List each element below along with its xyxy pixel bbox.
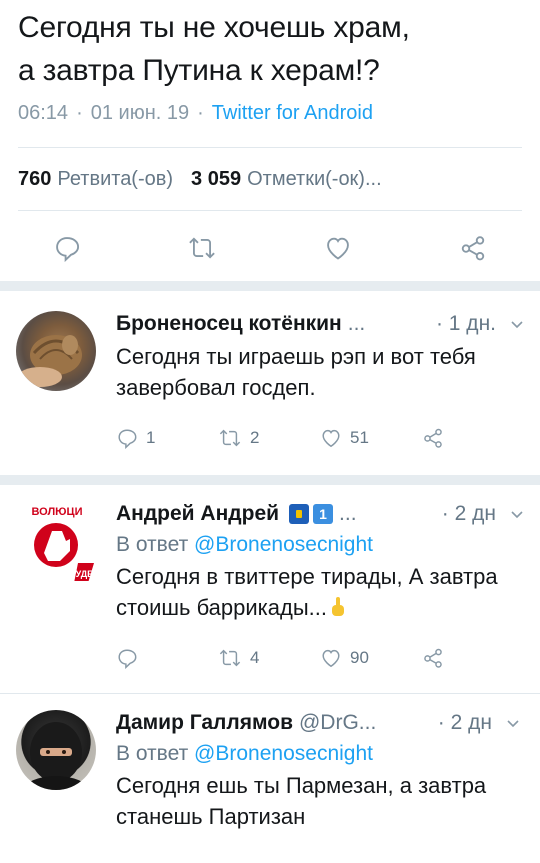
in-reply-prefix: В ответ	[116, 742, 189, 765]
reply-header: Дамир Галлямов @DrG... · 2 дн	[116, 710, 520, 736]
main-tweet-line-2: а завтра Путина к херам!?	[18, 54, 380, 87]
heart-icon	[322, 429, 340, 448]
share-icon	[461, 236, 485, 261]
reply-tweet[interactable]: ВОЛЮЦИ БУДЕТ Андрей Андрей 1 ... · 2 дн …	[0, 485, 540, 671]
reply-button[interactable]	[116, 647, 218, 669]
reply-text: Сегодня в твиттере тирады, А завтра стои…	[116, 561, 524, 623]
reply-text-content: Сегодня в твиттере тирады, А завтра стои…	[116, 564, 498, 620]
retweet-icon	[189, 237, 216, 259]
reply-body: Дамир Галлямов @DrG... · 2 дн В ответ @B…	[116, 710, 520, 832]
tweet-source-link[interactable]: Twitter for Android	[212, 102, 373, 125]
reply-button[interactable]	[52, 233, 82, 263]
reply-count: 1	[146, 428, 156, 447]
reply-actions: 4 90	[116, 645, 524, 671]
reply-time: · 2 дн	[441, 502, 496, 525]
avatar-text-top: ВОЛЮЦИ	[32, 506, 83, 518]
likes-count[interactable]: 3 059	[191, 168, 241, 191]
author-name[interactable]: Дамир Галлямов	[116, 711, 293, 735]
in-reply-prefix: В ответ	[116, 533, 189, 556]
share-button[interactable]	[422, 647, 524, 669]
like-count: 51	[350, 428, 369, 447]
share-icon	[424, 648, 442, 668]
reply-text: Сегодня ты играешь рэп и вот тебя заверб…	[116, 344, 476, 400]
in-reply-to: В ответ @Bronenosecnight	[116, 533, 524, 557]
section-divider	[0, 475, 540, 485]
retweet-button[interactable]: 4	[218, 647, 320, 669]
meta-dot: ·	[76, 102, 83, 124]
section-divider	[0, 281, 540, 291]
retweet-count: 2	[250, 428, 260, 447]
author-name[interactable]: Броненосец котёнкин	[116, 312, 342, 336]
main-tweet: Сегодня ты не хочешь храм, а завтра Пути…	[0, 0, 540, 125]
retweet-icon	[219, 649, 241, 667]
tweet-time: 06:14	[18, 102, 69, 124]
likes-label[interactable]: Отметки(-ок)...	[247, 168, 382, 191]
main-tweet-text: Сегодня ты не хочешь храм, а завтра Пути…	[18, 6, 514, 92]
avatar[interactable]	[16, 311, 96, 391]
chevron-down-icon[interactable]	[506, 711, 520, 735]
revolution-logo: ВОЛЮЦИ БУДЕТ	[32, 506, 98, 581]
like-button[interactable]: 51	[320, 427, 422, 449]
in-reply-to: В ответ @Bronenosecnight	[116, 742, 520, 766]
retweet-count: 4	[250, 648, 260, 667]
reply-icon	[56, 237, 80, 262]
reply-header: Броненосец котёнкин ... · 1 дн.	[116, 311, 524, 337]
chevron-down-icon[interactable]	[510, 502, 524, 526]
avatar[interactable]: ВОЛЮЦИ БУДЕТ	[16, 501, 98, 581]
share-button[interactable]	[458, 233, 488, 263]
reply-text: Сегодня ешь ты Пармезан, а завтра станеш…	[116, 773, 487, 829]
reply-tweet[interactable]: Броненосец котёнкин ... · 1 дн. Сегодня …	[0, 291, 540, 451]
pointing-hand-emoji-icon	[332, 597, 344, 616]
reply-icon	[118, 429, 137, 449]
avatar-text-bottom: БУДЕТ	[69, 569, 98, 579]
number-one-emoji-icon: 1	[313, 504, 334, 524]
avatar[interactable]	[16, 710, 96, 790]
reply-icon	[118, 649, 137, 669]
heart-icon	[322, 649, 340, 668]
mention-link[interactable]: @Bronenosecnight	[194, 742, 373, 765]
reply-button[interactable]: 1	[116, 427, 218, 449]
reply-time: · 1 дн.	[435, 312, 496, 335]
like-button[interactable]	[323, 233, 353, 263]
chevron-down-icon[interactable]	[510, 312, 524, 336]
masked-person-image	[24, 722, 88, 790]
reply-time: · 2 дн	[437, 711, 492, 734]
author-handle[interactable]: ...	[339, 502, 357, 526]
author-handle[interactable]: ...	[348, 312, 366, 336]
retweet-icon	[219, 429, 241, 447]
tweet-stats: 760 Ретвита(-ов) 3 059 Отметки(-ок)...	[0, 148, 540, 210]
share-icon	[424, 428, 442, 448]
reply-actions: 1 2 51	[116, 425, 524, 451]
main-tweet-actions	[0, 211, 540, 281]
retweets-count[interactable]: 760	[18, 168, 51, 191]
main-tweet-line-1: Сегодня ты не хочешь храм,	[18, 11, 410, 44]
flag-emoji-icon	[289, 504, 310, 524]
author-name[interactable]: Андрей Андрей	[116, 502, 279, 526]
mention-link[interactable]: @Bronenosecnight	[194, 533, 373, 556]
share-button[interactable]	[422, 427, 524, 449]
reply-header: Андрей Андрей 1 ... · 2 дн	[116, 501, 524, 527]
reply-body: Броненосец котёнкин ... · 1 дн. Сегодня …	[116, 311, 524, 451]
retweets-label[interactable]: Ретвита(-ов)	[57, 168, 173, 191]
author-handle[interactable]: @DrG...	[299, 711, 376, 735]
like-button[interactable]: 90	[320, 647, 422, 669]
tweet-date: 01 июн. 19	[90, 102, 190, 124]
reply-body: Андрей Андрей 1 ... · 2 дн В ответ @Bron…	[116, 501, 524, 671]
retweet-button[interactable]	[187, 233, 217, 263]
tweet-meta: 06:14 · 01 июн. 19 · Twitter for Android	[18, 102, 514, 125]
retweet-button[interactable]: 2	[218, 427, 320, 449]
armadillo-image	[18, 335, 82, 387]
heart-icon	[326, 237, 349, 260]
like-count: 90	[350, 648, 369, 667]
meta-dot: ·	[197, 102, 204, 124]
reply-tweet[interactable]: Дамир Галлямов @DrG... · 2 дн В ответ @B…	[0, 694, 540, 832]
